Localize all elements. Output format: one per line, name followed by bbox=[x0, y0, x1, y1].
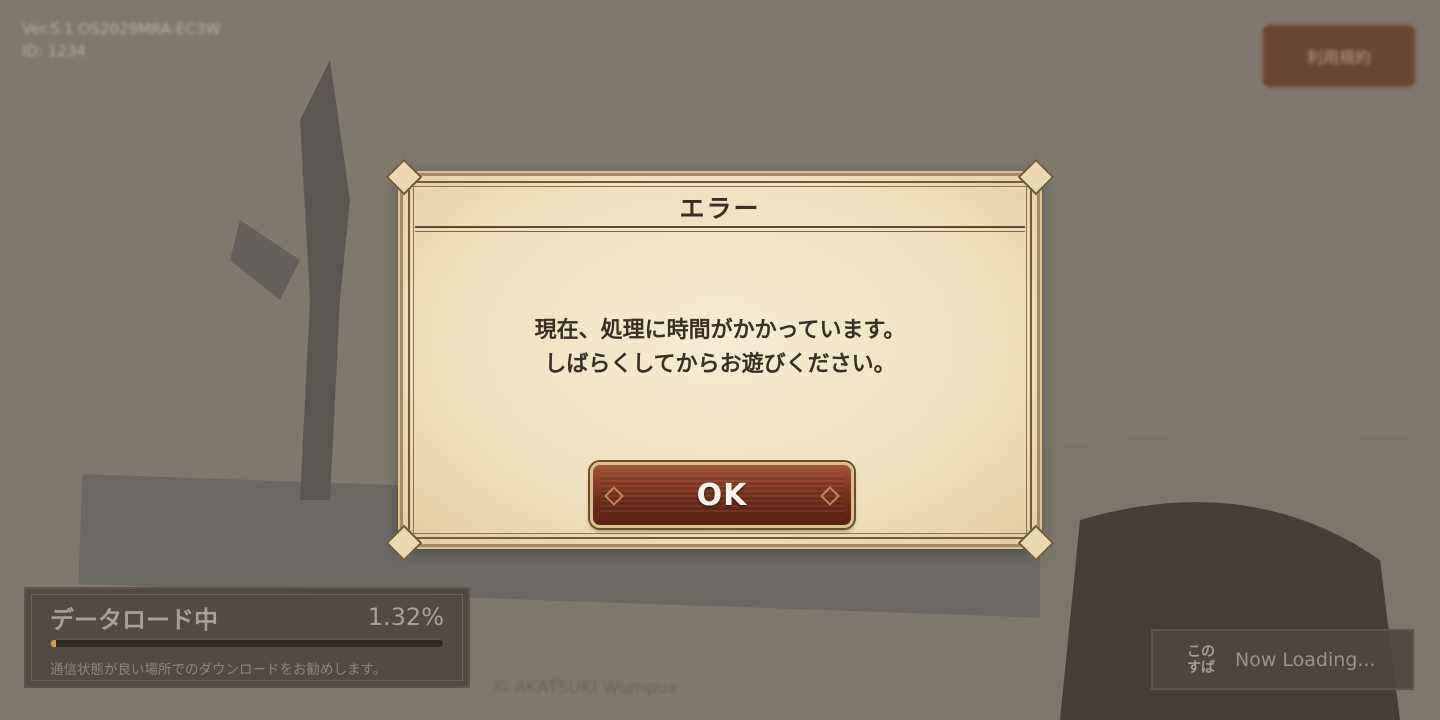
diamond-ornament-icon bbox=[820, 486, 840, 506]
dialog-message: 現在、処理に時間がかかっています。 しばらくしてからお遊びください。 bbox=[423, 314, 1017, 382]
now-loading-badge: この すば Now Loading... bbox=[1151, 629, 1414, 690]
load-title: データロード中 bbox=[50, 605, 218, 634]
game-logo-icon: この すば bbox=[1187, 643, 1215, 676]
dialog-header: エラー bbox=[415, 188, 1025, 232]
now-loading-label: Now Loading... bbox=[1235, 648, 1376, 671]
ok-button-label: OK bbox=[696, 477, 748, 513]
ok-button[interactable]: OK bbox=[590, 462, 854, 528]
version-info: Ver.5.1 OS2029MRA-EC3W ID: 1234 bbox=[22, 18, 220, 62]
version-line-1: Ver.5.1 OS2029MRA-EC3W bbox=[22, 20, 221, 38]
game-screen: Ver.5.1 OS2029MRA-EC3W ID: 1234 利用規約 データ… bbox=[0, 0, 1440, 720]
dialog-title: エラー bbox=[679, 194, 761, 223]
terms-button-label: 利用規約 bbox=[1306, 48, 1371, 67]
version-line-2: ID: 1234 bbox=[22, 42, 86, 60]
load-percent: 1.32% bbox=[367, 603, 444, 631]
copyright-caption: © AKATSUKI Wumpus bbox=[492, 678, 677, 698]
load-hint: 通信状態が良い場所でのダウンロードをお勧めします。 bbox=[50, 662, 387, 678]
message-line-1: 現在、処理に時間がかかっています。 bbox=[534, 318, 906, 343]
load-progress-fill bbox=[51, 640, 57, 647]
load-progress-bar bbox=[50, 639, 444, 648]
terms-button[interactable]: 利用規約 bbox=[1262, 24, 1416, 88]
load-title-row: データロード中 1.32% bbox=[50, 599, 444, 635]
message-line-2: しばらくしてからお遊びください。 bbox=[544, 352, 896, 377]
diamond-ornament-icon bbox=[604, 486, 624, 506]
error-dialog: エラー 現在、処理に時間がかかっています。 しばらくしてからお遊びください。 O… bbox=[385, 158, 1055, 562]
data-load-panel: データロード中 1.32% 通信状態が良い場所でのダウンロードをお勧めします。 bbox=[24, 587, 470, 688]
